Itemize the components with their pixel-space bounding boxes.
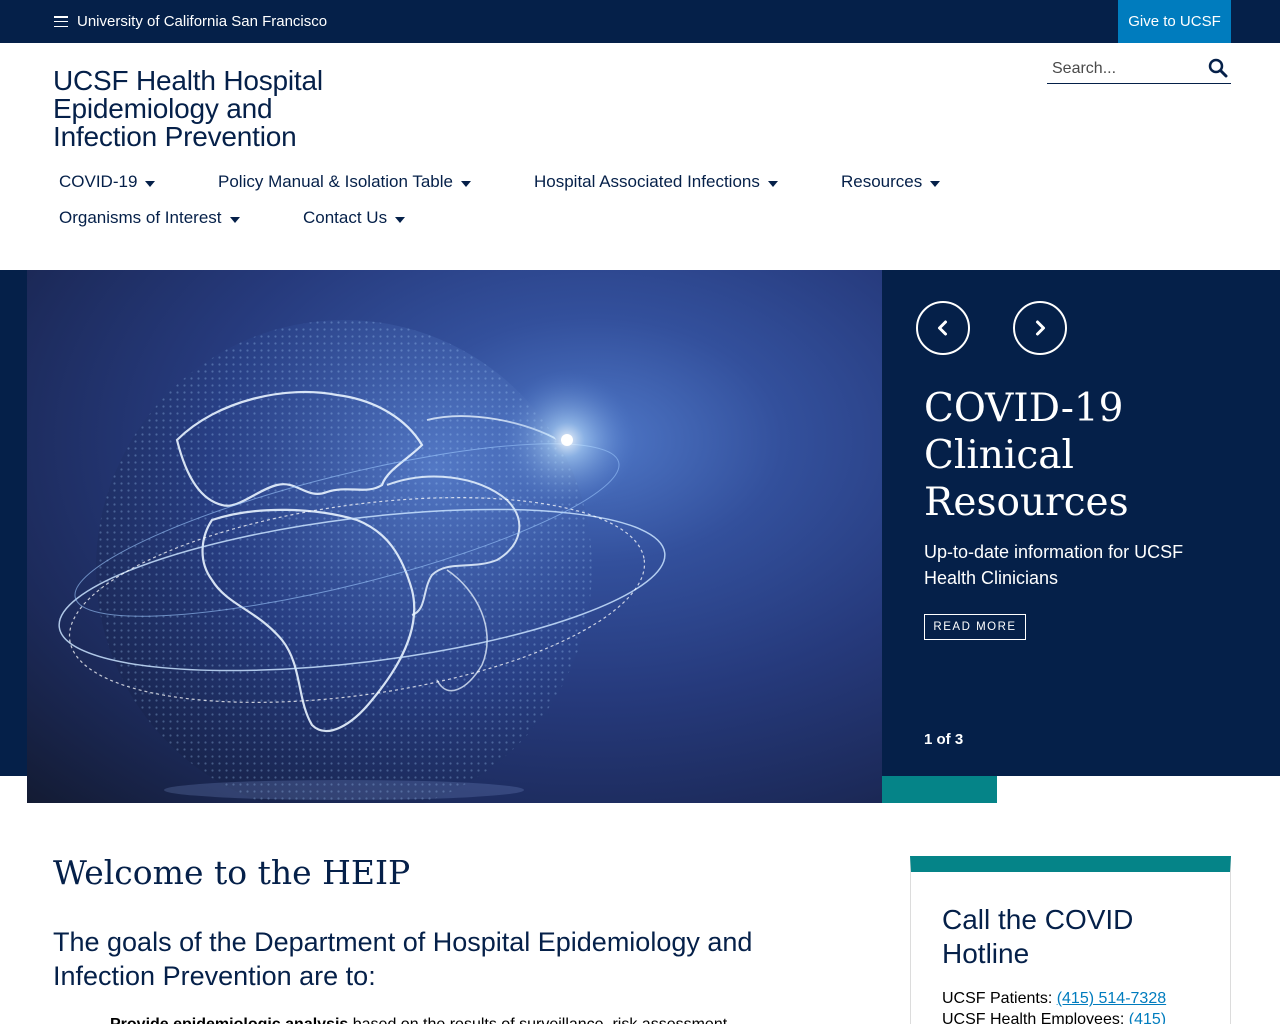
patients-phone-link[interactable]: (415) 514-7328 [1057,990,1166,1007]
caret-down-icon [395,216,406,223]
goals-heading: The goals of the Department of Hospital … [53,927,753,991]
chevron-right-icon [1036,320,1045,336]
search-box [1047,54,1231,84]
nav-item-covid-19[interactable]: COVID-19 [59,172,156,192]
university-label: University of California San Francisco [77,13,328,30]
hamburger-icon [54,16,68,27]
goal-item-text: based on the results of surveillance, ri… [348,1016,727,1024]
site-title-line: Epidemiology and [53,93,273,124]
nav-item-label: Hospital Associated Infections [534,172,760,191]
slide-indicator: 1 of 3 [924,731,964,748]
globe-illustration [58,320,666,803]
nav-item-organisms-of-interest[interactable]: Organisms of Interest [59,208,240,228]
covid-hotline-card: Call the COVID Hotline UCSF Patients: (4… [910,856,1231,1024]
site-title-line: UCSF Health Hospital [53,65,323,96]
search-input[interactable] [1052,58,1197,80]
nav-item-label: Organisms of Interest [59,208,222,227]
caret-down-icon [930,180,941,187]
nav-item-contact-us[interactable]: Contact Us [303,208,406,228]
carousel-next-button[interactable] [1013,301,1067,355]
carousel-prev-button[interactable] [916,301,970,355]
patients-line: UCSF Patients: (415) 514-7328 [942,990,1166,1008]
hero-description: Up-to-date information for UCSF Health C… [924,542,1184,588]
patients-label: UCSF Patients: [942,990,1057,1007]
nav-item-label: Contact Us [303,208,388,227]
caret-down-icon [461,180,471,187]
caret-down-icon [145,180,156,187]
nav-item-policy-manual[interactable]: Policy Manual & Isolation Table [218,172,471,192]
hero-accent-bar [882,776,997,803]
university-menu-link[interactable]: University of California San Francisco [54,13,327,30]
hero-globe-image [27,270,882,803]
goal-list-item: Provide epidemiologic analysis based on … [110,1016,810,1024]
card-title: Call the COVID Hotline [942,904,1134,969]
employees-line: UCSF Health Employees: (415) [942,1011,1166,1024]
hero-title: COVID-19 Clinical Resources [924,386,1129,525]
site-title[interactable]: UCSF Health Hospital Epidemiology and In… [53,67,383,151]
nav-item-label: Resources [841,172,923,191]
site-title-line: Infection Prevention [53,121,297,152]
chevron-left-icon [938,320,947,336]
employees-phone-link[interactable]: (415) [1129,1011,1166,1024]
nav-item-resources[interactable]: Resources [841,172,941,192]
welcome-heading: Welcome to the HEIP [53,853,411,892]
caret-down-icon [229,216,240,223]
goal-item-bold: Provide epidemiologic analysis [110,1016,348,1024]
read-more-button[interactable]: READ MORE [924,614,1026,640]
nav-item-hospital-associated-infections[interactable]: Hospital Associated Infections [534,172,778,192]
nav-item-label: Policy Manual & Isolation Table [218,172,453,191]
utility-bar: University of California San Francisco G… [0,0,1280,43]
employees-label: UCSF Health Employees: [942,1011,1129,1024]
caret-down-icon [767,180,778,187]
nav-item-label: COVID-19 [59,172,138,191]
give-button[interactable]: Give to UCSF [1118,0,1231,43]
search-icon[interactable] [1208,58,1228,78]
